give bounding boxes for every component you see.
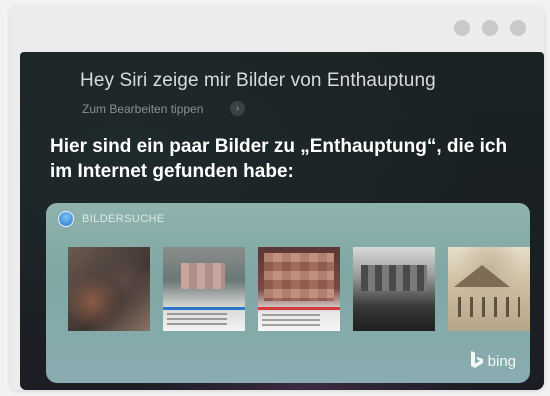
thumbnail-image-5[interactable] (448, 247, 530, 331)
figures-illustration (458, 297, 520, 317)
chevron-right-icon[interactable]: › (230, 101, 245, 116)
siri-query[interactable]: Hey Siri zeige mir Bilder von Enthauptun… (80, 70, 436, 92)
video-progress-bar (258, 307, 340, 310)
window-control-dot-2[interactable] (482, 20, 498, 36)
siri-answer: Hier sind ein paar Bilder zu „Enthauptun… (50, 136, 508, 182)
bing-label: bing (487, 353, 516, 370)
thumbnail-image-2[interactable] (163, 247, 245, 331)
edit-hint[interactable]: Zum Bearbeiten tippen (82, 102, 203, 116)
thumbnail-image-1[interactable] (68, 247, 150, 331)
safari-icon (58, 211, 74, 227)
app-window: Hey Siri zeige mir Bilder von Enthauptun… (10, 6, 544, 390)
card-title: BILDERSUCHE (82, 213, 165, 225)
thumbnail-row (68, 247, 538, 331)
thumbnail-image-4[interactable] (353, 247, 435, 331)
pixelated-area (264, 253, 334, 301)
window-control-dot-3[interactable] (510, 20, 526, 36)
siri-panel: Hey Siri zeige mir Bilder von Enthauptun… (20, 52, 544, 390)
window-control-dot-1[interactable] (454, 20, 470, 36)
image-search-card[interactable]: BILDERSUCHE bing (46, 203, 530, 383)
hut-illustration (454, 265, 510, 287)
bing-logo-icon (470, 351, 483, 368)
video-progress-bar (163, 307, 245, 310)
title-bar (10, 6, 544, 50)
pixelated-area (361, 265, 427, 291)
pixelated-area (181, 263, 225, 289)
bing-attribution[interactable]: bing (470, 351, 516, 371)
caption-lines (262, 314, 320, 326)
thumbnail-image-3[interactable] (258, 247, 340, 331)
caption-lines (167, 313, 227, 327)
